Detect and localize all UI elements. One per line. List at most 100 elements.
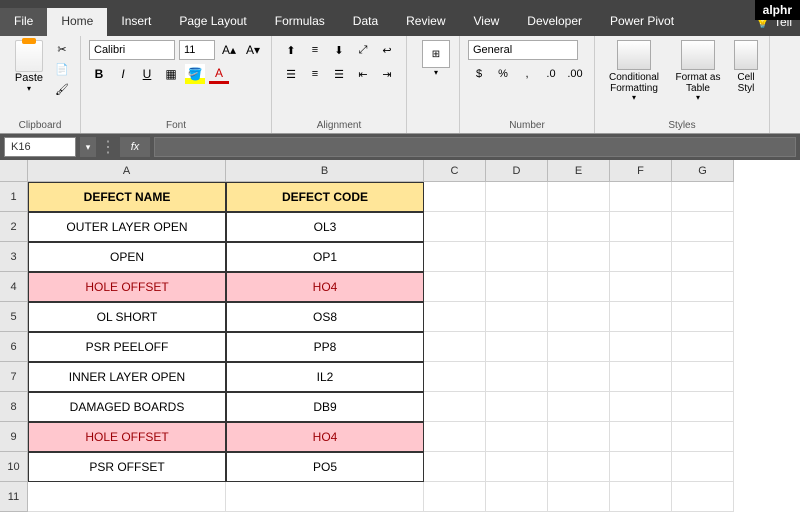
- row-header-2[interactable]: 2: [0, 212, 28, 242]
- merge-center-button[interactable]: ⊞ ▾: [415, 40, 457, 77]
- tab-review[interactable]: Review: [392, 8, 459, 36]
- column-header-F[interactable]: F: [610, 160, 672, 182]
- tab-file[interactable]: File: [0, 8, 47, 36]
- cell-B11[interactable]: [226, 482, 424, 512]
- copy-button[interactable]: 📄: [52, 60, 72, 78]
- accounting-format-button[interactable]: $: [468, 64, 490, 84]
- cell-E3[interactable]: [548, 242, 610, 272]
- cell-A4[interactable]: HOLE OFFSET: [28, 272, 226, 302]
- cell-A6[interactable]: PSR PEELOFF: [28, 332, 226, 362]
- cell-G7[interactable]: [672, 362, 734, 392]
- align-center-button[interactable]: ≡: [304, 64, 326, 84]
- increase-indent-button[interactable]: ⇥: [376, 64, 398, 84]
- cell-F10[interactable]: [610, 452, 672, 482]
- cell-C1[interactable]: [424, 182, 486, 212]
- tab-developer[interactable]: Developer: [513, 8, 596, 36]
- cell-A7[interactable]: INNER LAYER OPEN: [28, 362, 226, 392]
- cell-B7[interactable]: IL2: [226, 362, 424, 392]
- cell-D10[interactable]: [486, 452, 548, 482]
- cell-A11[interactable]: [28, 482, 226, 512]
- fx-button[interactable]: fx: [120, 137, 150, 157]
- cell-B9[interactable]: HO4: [226, 422, 424, 452]
- column-header-C[interactable]: C: [424, 160, 486, 182]
- decrease-indent-button[interactable]: ⇤: [352, 64, 374, 84]
- cell-F7[interactable]: [610, 362, 672, 392]
- format-painter-button[interactable]: 🖌: [52, 80, 72, 98]
- cell-F2[interactable]: [610, 212, 672, 242]
- select-all-corner[interactable]: [0, 160, 28, 182]
- increase-decimal-button[interactable]: .0: [540, 64, 562, 84]
- tab-page-layout[interactable]: Page Layout: [165, 8, 260, 36]
- cell-D5[interactable]: [486, 302, 548, 332]
- cell-G3[interactable]: [672, 242, 734, 272]
- cell-A8[interactable]: DAMAGED BOARDS: [28, 392, 226, 422]
- cell-C9[interactable]: [424, 422, 486, 452]
- row-header-1[interactable]: 1: [0, 182, 28, 212]
- column-header-A[interactable]: A: [28, 160, 226, 182]
- cell-F8[interactable]: [610, 392, 672, 422]
- comma-format-button[interactable]: ,: [516, 64, 538, 84]
- cell-D11[interactable]: [486, 482, 548, 512]
- tab-power-pivot[interactable]: Power Pivot: [596, 8, 688, 36]
- align-right-button[interactable]: ☰: [328, 64, 350, 84]
- cell-E2[interactable]: [548, 212, 610, 242]
- cell-D6[interactable]: [486, 332, 548, 362]
- bold-button[interactable]: B: [89, 64, 109, 84]
- fill-color-button[interactable]: 🪣: [185, 64, 205, 84]
- cell-C7[interactable]: [424, 362, 486, 392]
- format-as-table-button[interactable]: Format as Table▾: [667, 40, 729, 103]
- cell-F11[interactable]: [610, 482, 672, 512]
- cell-C11[interactable]: [424, 482, 486, 512]
- cell-C5[interactable]: [424, 302, 486, 332]
- align-top-button[interactable]: ⬆: [280, 40, 302, 60]
- font-name-select[interactable]: [89, 40, 175, 60]
- cell-A5[interactable]: OL SHORT: [28, 302, 226, 332]
- cell-G9[interactable]: [672, 422, 734, 452]
- cell-D7[interactable]: [486, 362, 548, 392]
- cell-D8[interactable]: [486, 392, 548, 422]
- cell-G6[interactable]: [672, 332, 734, 362]
- cut-button[interactable]: ✂: [52, 40, 72, 58]
- conditional-formatting-button[interactable]: Conditional Formatting▾: [603, 40, 665, 103]
- cell-E7[interactable]: [548, 362, 610, 392]
- cell-F4[interactable]: [610, 272, 672, 302]
- border-button[interactable]: ▦: [161, 64, 181, 84]
- cell-D1[interactable]: [486, 182, 548, 212]
- column-header-B[interactable]: B: [226, 160, 424, 182]
- row-header-6[interactable]: 6: [0, 332, 28, 362]
- cell-C6[interactable]: [424, 332, 486, 362]
- number-format-select[interactable]: [468, 40, 578, 60]
- cell-B2[interactable]: OL3: [226, 212, 424, 242]
- row-header-9[interactable]: 9: [0, 422, 28, 452]
- cell-B4[interactable]: HO4: [226, 272, 424, 302]
- cell-G8[interactable]: [672, 392, 734, 422]
- cell-F5[interactable]: [610, 302, 672, 332]
- cell-C2[interactable]: [424, 212, 486, 242]
- cell-F3[interactable]: [610, 242, 672, 272]
- cell-A3[interactable]: OPEN: [28, 242, 226, 272]
- row-header-5[interactable]: 5: [0, 302, 28, 332]
- tab-data[interactable]: Data: [339, 8, 392, 36]
- name-box-dropdown[interactable]: ▾: [80, 137, 96, 157]
- cell-G11[interactable]: [672, 482, 734, 512]
- row-header-8[interactable]: 8: [0, 392, 28, 422]
- cell-C10[interactable]: [424, 452, 486, 482]
- font-size-select[interactable]: [179, 40, 215, 60]
- cell-F9[interactable]: [610, 422, 672, 452]
- font-color-button[interactable]: A: [209, 64, 229, 84]
- percent-format-button[interactable]: %: [492, 64, 514, 84]
- cell-E10[interactable]: [548, 452, 610, 482]
- cell-G2[interactable]: [672, 212, 734, 242]
- row-header-4[interactable]: 4: [0, 272, 28, 302]
- tab-home[interactable]: Home: [47, 8, 107, 36]
- cell-B5[interactable]: OS8: [226, 302, 424, 332]
- cell-B10[interactable]: PO5: [226, 452, 424, 482]
- cell-G10[interactable]: [672, 452, 734, 482]
- row-header-10[interactable]: 10: [0, 452, 28, 482]
- cell-E11[interactable]: [548, 482, 610, 512]
- column-header-D[interactable]: D: [486, 160, 548, 182]
- cell-C4[interactable]: [424, 272, 486, 302]
- align-middle-button[interactable]: ≡: [304, 40, 326, 60]
- cell-A2[interactable]: OUTER LAYER OPEN: [28, 212, 226, 242]
- cell-C8[interactable]: [424, 392, 486, 422]
